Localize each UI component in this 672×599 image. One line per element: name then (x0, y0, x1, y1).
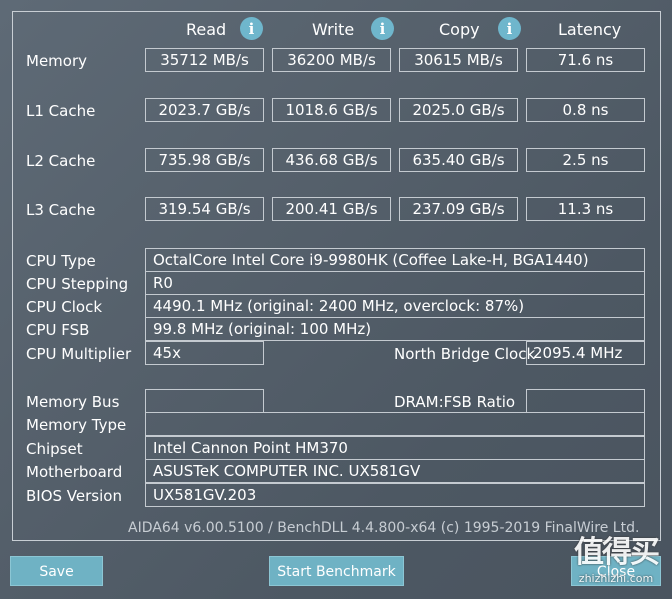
memory-write-value: 36200 MB/s (272, 48, 391, 72)
header-read: Read (186, 20, 227, 39)
l3-write-value: 200.41 GB/s (272, 197, 391, 221)
cpu-multiplier-label: CPU Multiplier (26, 345, 132, 363)
watermark-url: zhizhizhi.com (578, 572, 654, 585)
l3-latency-value: 11.3 ns (526, 197, 645, 221)
memory-type-value (145, 412, 645, 436)
memory-type-label: Memory Type (26, 416, 127, 434)
l1-latency-value: 0.8 ns (526, 98, 645, 122)
memory-read-value: 35712 MB/s (145, 48, 264, 72)
memory-bus-value (145, 389, 264, 413)
save-button[interactable]: Save (10, 556, 103, 586)
cpu-multiplier-value: 45x (145, 341, 264, 365)
l2-copy-value: 635.40 GB/s (399, 148, 518, 172)
header-write: Write (312, 20, 355, 39)
watermark-logo: 值得买 zhizhizhi.com (560, 536, 672, 599)
l2-write-value: 436.68 GB/s (272, 148, 391, 172)
chipset-value: Intel Cannon Point HM370 (145, 436, 645, 460)
l3-copy-value: 237.09 GB/s (399, 197, 518, 221)
bios-version-label: BIOS Version (26, 487, 122, 505)
header-copy: Copy (439, 20, 480, 39)
cpu-fsb-label: CPU FSB (26, 321, 90, 339)
cpu-clock-label: CPU Clock (26, 298, 103, 316)
dram-fsb-ratio-value (526, 389, 645, 413)
l3-cache-label: L3 Cache (26, 201, 96, 219)
l1-cache-label: L1 Cache (26, 102, 96, 120)
bios-version-value: UX581GV.203 (145, 483, 645, 507)
cpu-stepping-label: CPU Stepping (26, 275, 129, 293)
l1-copy-value: 2025.0 GB/s (399, 98, 518, 122)
motherboard-value: ASUSTeK COMPUTER INC. UX581GV (145, 459, 645, 483)
chipset-label: Chipset (26, 440, 83, 458)
north-bridge-clock-label: North Bridge Clock (394, 345, 536, 363)
l3-read-value: 319.54 GB/s (145, 197, 264, 221)
copyright-footer: AIDA64 v6.00.5100 / BenchDLL 4.4.800-x64… (128, 520, 640, 536)
dram-fsb-ratio-label: DRAM:FSB Ratio (394, 393, 516, 411)
memory-label: Memory (26, 52, 88, 70)
l2-latency-value: 2.5 ns (526, 148, 645, 172)
watermark-chars: 值得买 (574, 535, 660, 570)
memory-bus-label: Memory Bus (26, 393, 120, 411)
write-info-icon[interactable]: i (371, 17, 394, 40)
l1-write-value: 1018.6 GB/s (272, 98, 391, 122)
header-latency: Latency (558, 20, 622, 39)
cpu-stepping-value: R0 (145, 271, 645, 295)
memory-copy-value: 30615 MB/s (399, 48, 518, 72)
start-benchmark-button[interactable]: Start Benchmark (269, 556, 404, 586)
read-info-icon[interactable]: i (240, 17, 263, 40)
motherboard-label: Motherboard (26, 463, 123, 481)
memory-latency-value: 71.6 ns (526, 48, 645, 72)
north-bridge-clock-value: 2095.4 MHz (526, 341, 645, 365)
l1-read-value: 2023.7 GB/s (145, 98, 264, 122)
l2-cache-label: L2 Cache (26, 152, 96, 170)
l2-read-value: 735.98 GB/s (145, 148, 264, 172)
cpu-fsb-value: 99.8 MHz (original: 100 MHz) (145, 317, 645, 341)
copy-info-icon[interactable]: i (498, 17, 521, 40)
cpu-type-label: CPU Type (26, 252, 96, 270)
cpu-clock-value: 4490.1 MHz (original: 2400 MHz, overcloc… (145, 294, 645, 318)
cpu-type-value: OctalCore Intel Core i9-9980HK (Coffee L… (145, 248, 645, 272)
